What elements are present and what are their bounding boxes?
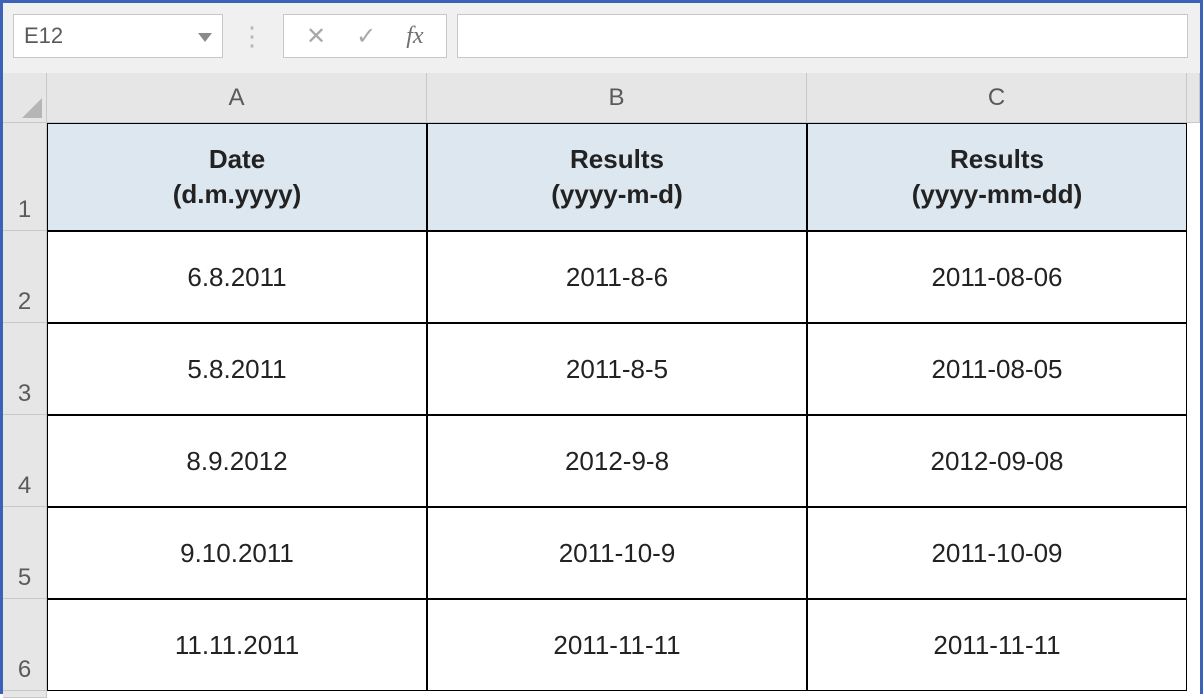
row-header-label: 2 xyxy=(18,288,31,316)
cell-a3[interactable]: 5.8.2011 xyxy=(47,323,427,415)
row-header-6[interactable]: 6 xyxy=(3,599,47,691)
column-header-c[interactable]: C xyxy=(807,73,1187,123)
formula-bar: E12 ⋮ ✕ ✓ fx xyxy=(3,3,1200,73)
cell-text: 2012-09-08 xyxy=(931,446,1064,477)
enter-icon[interactable]: ✓ xyxy=(356,22,376,51)
cell-c1[interactable]: Results (yyyy-mm-dd) xyxy=(807,123,1187,231)
cell-a2[interactable]: 6.8.2011 xyxy=(47,231,427,323)
cell-c6[interactable]: 2011-11-11 xyxy=(807,599,1187,691)
cell-c5[interactable]: 2011-10-09 xyxy=(807,507,1187,599)
cell-text: 2011-10-9 xyxy=(559,538,676,569)
column-header-label: A xyxy=(228,84,244,112)
cell-a4[interactable]: 8.9.2012 xyxy=(47,415,427,507)
cell-b2[interactable]: 2011-8-6 xyxy=(427,231,807,323)
row-header-label: 4 xyxy=(18,472,31,500)
row-header-label: 1 xyxy=(18,196,31,224)
select-all-corner[interactable] xyxy=(3,73,47,123)
column-header-label: C xyxy=(988,84,1005,112)
cell-blank xyxy=(1187,231,1200,323)
cell-blank xyxy=(1187,691,1200,698)
formula-buttons: ✕ ✓ fx xyxy=(283,14,447,58)
cell-b6[interactable]: 2011-11-11 xyxy=(427,599,807,691)
insert-function-button[interactable]: fx xyxy=(406,23,423,50)
cell-blank xyxy=(47,691,427,698)
cell-text: 2011-8-5 xyxy=(566,354,668,385)
cell-blank xyxy=(1187,123,1200,231)
cell-text: (yyyy-m-d) xyxy=(551,177,682,212)
cell-blank xyxy=(1187,323,1200,415)
cell-a1[interactable]: Date (d.m.yyyy) xyxy=(47,123,427,231)
cell-a5[interactable]: 9.10.2011 xyxy=(47,507,427,599)
name-box[interactable]: E12 xyxy=(13,14,223,58)
cell-text: 9.10.2011 xyxy=(180,538,294,569)
cancel-icon[interactable]: ✕ xyxy=(306,22,326,51)
cell-c2[interactable]: 2011-08-06 xyxy=(807,231,1187,323)
cell-text: 2011-11-11 xyxy=(553,630,680,661)
row-header-2[interactable]: 2 xyxy=(3,231,47,323)
column-header-a[interactable]: A xyxy=(47,73,427,123)
column-header-label: B xyxy=(608,84,624,112)
row-header-4[interactable]: 4 xyxy=(3,415,47,507)
cell-text: 6.8.2011 xyxy=(187,262,286,293)
cell-blank xyxy=(427,691,807,698)
name-box-value: E12 xyxy=(24,23,63,49)
cell-text: Results xyxy=(950,142,1044,177)
spreadsheet-grid: A B C 1 Date (d.m.yyyy) Results (yyyy-m-… xyxy=(3,73,1200,691)
row-header-label: 6 xyxy=(18,656,31,684)
row-header-1[interactable]: 1 xyxy=(3,123,47,231)
formula-input[interactable] xyxy=(457,14,1188,58)
column-header-blank xyxy=(1187,73,1200,123)
cell-b3[interactable]: 2011-8-5 xyxy=(427,323,807,415)
row-header-5[interactable]: 5 xyxy=(3,507,47,599)
row-header-label: 3 xyxy=(18,380,31,408)
cell-c3[interactable]: 2011-08-05 xyxy=(807,323,1187,415)
row-header-blank xyxy=(3,691,47,698)
cell-c4[interactable]: 2012-09-08 xyxy=(807,415,1187,507)
cell-text: 2012-9-8 xyxy=(565,446,669,477)
column-header-b[interactable]: B xyxy=(427,73,807,123)
cell-b1[interactable]: Results (yyyy-m-d) xyxy=(427,123,807,231)
cell-text: 2011-08-05 xyxy=(931,354,1062,385)
cell-text: 5.8.2011 xyxy=(187,354,286,385)
row-header-3[interactable]: 3 xyxy=(3,323,47,415)
cell-blank xyxy=(807,691,1187,698)
chevron-down-icon[interactable] xyxy=(198,23,212,49)
cell-text: Results xyxy=(570,142,664,177)
row-header-label: 5 xyxy=(18,564,31,592)
cell-blank xyxy=(1187,507,1200,599)
cell-b4[interactable]: 2012-9-8 xyxy=(427,415,807,507)
cell-a6[interactable]: 11.11.2011 xyxy=(47,599,427,691)
cell-text: 8.9.2012 xyxy=(186,446,287,477)
cell-blank xyxy=(1187,599,1200,691)
cell-text: 2011-10-09 xyxy=(931,538,1062,569)
divider-icon: ⋮ xyxy=(239,14,267,58)
cell-blank xyxy=(1187,415,1200,507)
cell-text: 11.11.2011 xyxy=(175,630,299,661)
cell-text: 2011-11-11 xyxy=(933,630,1060,661)
cell-text: 2011-08-06 xyxy=(931,262,1062,293)
cell-b5[interactable]: 2011-10-9 xyxy=(427,507,807,599)
cell-text: Date xyxy=(209,142,265,177)
cell-text: (d.m.yyyy) xyxy=(173,177,302,212)
cell-text: 2011-8-6 xyxy=(566,262,668,293)
cell-text: (yyyy-mm-dd) xyxy=(912,177,1082,212)
